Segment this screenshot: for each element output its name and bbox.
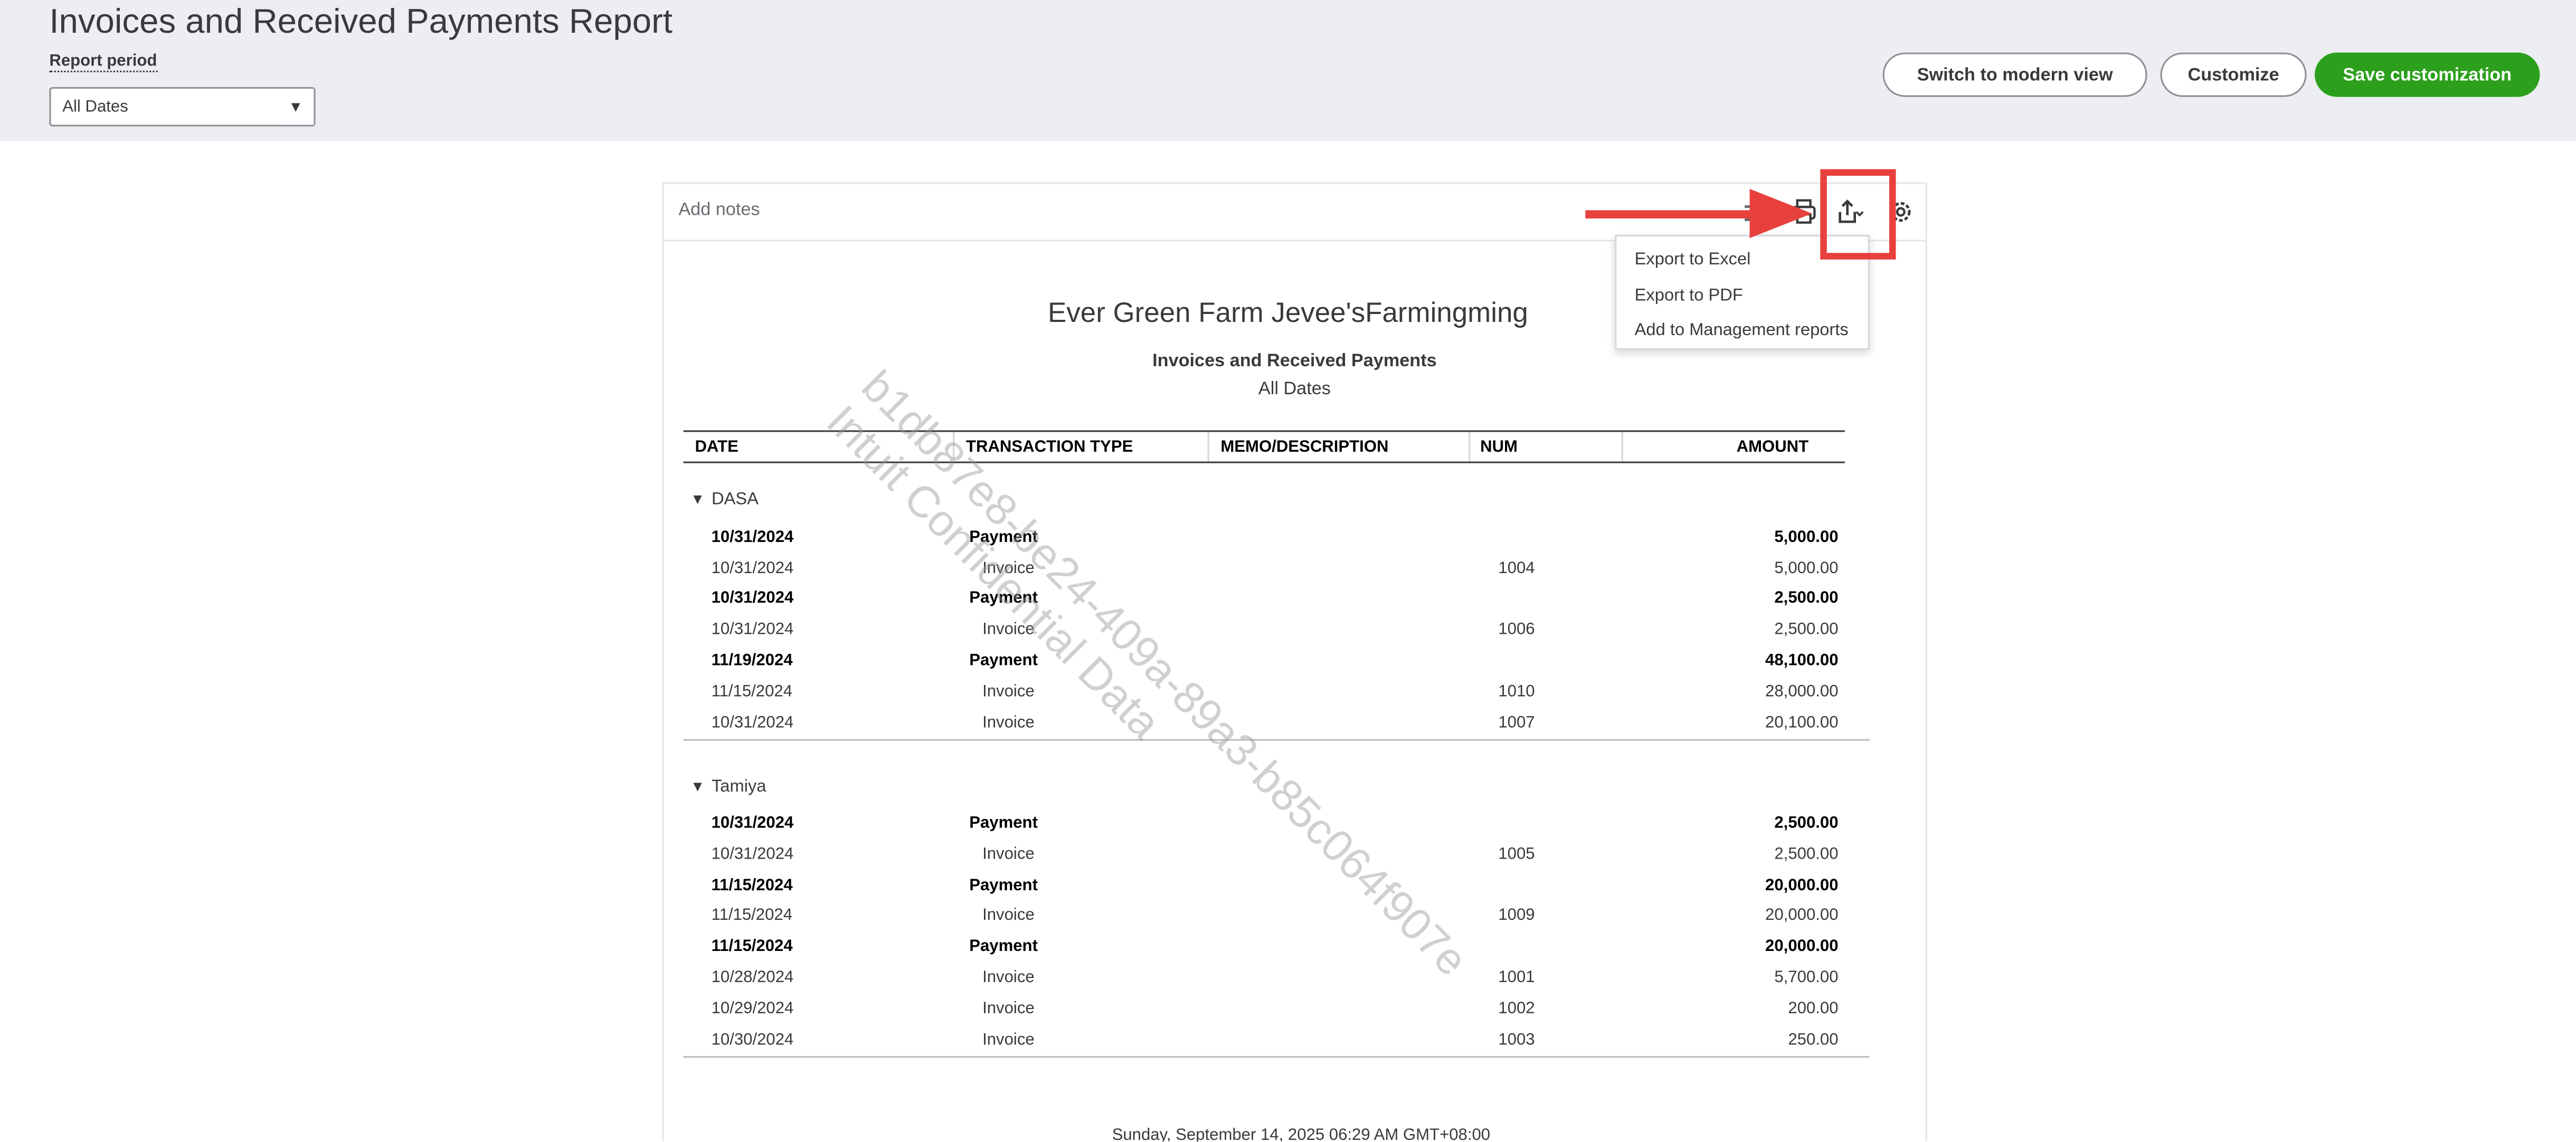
collapse-caret-icon[interactable]: ▾ xyxy=(693,489,702,509)
cell-num: 1009 xyxy=(1498,906,1535,925)
cell-type[interactable]: Invoice xyxy=(982,1031,1035,1049)
group-name: DASA xyxy=(711,489,759,509)
cell-num: 1010 xyxy=(1498,683,1535,701)
cell-num: 1002 xyxy=(1498,1000,1535,1019)
cell-num: 1004 xyxy=(1498,560,1535,578)
column-separator xyxy=(1469,432,1471,462)
customize-button[interactable]: Customize xyxy=(2160,52,2307,97)
cell-date: 10/31/2024 xyxy=(711,589,794,608)
cell-type[interactable]: Invoice xyxy=(982,907,1035,925)
add-to-management-reports-item[interactable]: Add to Management reports xyxy=(1635,320,1849,340)
cell-date: 10/31/2024 xyxy=(711,714,794,733)
cell-amount: 28,000.00 xyxy=(1765,683,1839,701)
cell-amount: 20,000.00 xyxy=(1765,877,1839,896)
group-divider xyxy=(683,739,1870,741)
cell-amount: 200.00 xyxy=(1788,1000,1839,1019)
report-period-select[interactable]: All Dates ▼ xyxy=(49,87,316,127)
cell-date: 11/15/2024 xyxy=(711,906,793,925)
report-title: Invoices and Received Payments xyxy=(1152,351,1437,372)
column-header-amount[interactable]: AMOUNT xyxy=(1737,439,1809,456)
cell-date: 10/31/2024 xyxy=(711,845,794,864)
cell-date: 10/28/2024 xyxy=(711,969,794,987)
cell-amount: 2,500.00 xyxy=(1774,589,1839,608)
cell-type[interactable]: Payment xyxy=(969,938,1038,956)
cell-type[interactable]: Invoice xyxy=(982,846,1035,864)
cell-amount: 250.00 xyxy=(1788,1031,1839,1050)
save-customization-button[interactable]: Save customization xyxy=(2315,52,2540,97)
page-title: Invoices and Received Payments Report xyxy=(49,3,673,41)
cell-date: 10/31/2024 xyxy=(711,529,794,547)
cell-type[interactable]: Invoice xyxy=(982,1000,1035,1018)
column-header-date[interactable]: DATE xyxy=(695,439,738,456)
cell-amount: 5,000.00 xyxy=(1774,560,1839,578)
report-timestamp: Sunday, September 14, 2025 06:29 AM GMT+… xyxy=(1112,1126,1491,1141)
cell-date: 10/30/2024 xyxy=(711,1031,794,1050)
cell-num: 1007 xyxy=(1498,714,1535,733)
cell-date: 11/15/2024 xyxy=(711,877,793,896)
export-to-excel-item[interactable]: Export to Excel xyxy=(1635,250,1751,269)
cell-num: 1001 xyxy=(1498,969,1535,987)
cell-type[interactable]: Payment xyxy=(969,815,1038,833)
report-header: Invoices and Received Payments Report Re… xyxy=(0,0,2576,141)
cell-date: 10/31/2024 xyxy=(711,621,794,639)
column-separator xyxy=(1621,432,1623,462)
app-window: Invoices and Received Payments Report Re… xyxy=(0,0,2576,1141)
annotation-highlight-box xyxy=(1820,169,1896,260)
report-period-label: Report period xyxy=(49,53,157,72)
column-header-transaction-type[interactable]: TRANSACTION TYPE xyxy=(966,439,1133,456)
group-header-tamiya[interactable]: ▾ Tamiya xyxy=(693,777,766,796)
annotation-arrow-shaft xyxy=(1585,210,1763,218)
group-name: Tamiya xyxy=(711,777,766,797)
cell-date: 10/29/2024 xyxy=(711,1000,794,1019)
cell-num: 1003 xyxy=(1498,1031,1535,1050)
cell-date: 11/19/2024 xyxy=(711,652,793,670)
chevron-down-icon: ▼ xyxy=(277,89,314,125)
annotation-arrow-icon xyxy=(1749,188,1812,239)
cell-amount: 20,100.00 xyxy=(1765,714,1839,733)
export-to-pdf-item[interactable]: Export to PDF xyxy=(1635,286,1743,306)
report-date-range: All Dates xyxy=(1258,379,1331,399)
cell-num: 1006 xyxy=(1498,621,1535,639)
cell-amount: 5,000.00 xyxy=(1774,529,1839,547)
cell-amount: 48,100.00 xyxy=(1765,652,1839,670)
group-header-dasa[interactable]: ▾ DASA xyxy=(693,489,759,509)
cell-type[interactable]: Invoice xyxy=(982,969,1035,987)
cell-type[interactable]: Invoice xyxy=(982,715,1035,732)
add-notes-link[interactable]: Add notes xyxy=(678,201,760,220)
cell-num: 1005 xyxy=(1498,845,1535,864)
column-header-memo[interactable]: MEMO/DESCRIPTION xyxy=(1220,439,1388,456)
cell-type[interactable]: Payment xyxy=(969,877,1038,895)
group-divider xyxy=(683,1056,1870,1058)
column-separator xyxy=(1207,432,1209,462)
collapse-caret-icon[interactable]: ▾ xyxy=(693,777,702,796)
cell-date: 11/15/2024 xyxy=(711,938,793,956)
cell-type[interactable]: Invoice xyxy=(982,683,1035,701)
cell-date: 11/15/2024 xyxy=(711,683,793,701)
cell-type[interactable]: Payment xyxy=(969,652,1038,670)
switch-modern-view-button[interactable]: Switch to modern view xyxy=(1882,52,2147,97)
cell-amount: 2,500.00 xyxy=(1774,621,1839,639)
report-period-value: All Dates xyxy=(62,98,128,117)
cell-amount: 20,000.00 xyxy=(1765,938,1839,956)
column-header-num[interactable]: NUM xyxy=(1480,439,1518,456)
cell-amount: 20,000.00 xyxy=(1765,906,1839,925)
cell-amount: 2,500.00 xyxy=(1774,845,1839,864)
cell-amount: 2,500.00 xyxy=(1774,814,1839,833)
cell-amount: 5,700.00 xyxy=(1774,969,1839,987)
company-name: Ever Green Farm Jevee'sFarmingming xyxy=(1048,297,1528,329)
cell-date: 10/31/2024 xyxy=(711,560,794,578)
cell-date: 10/31/2024 xyxy=(711,814,794,833)
